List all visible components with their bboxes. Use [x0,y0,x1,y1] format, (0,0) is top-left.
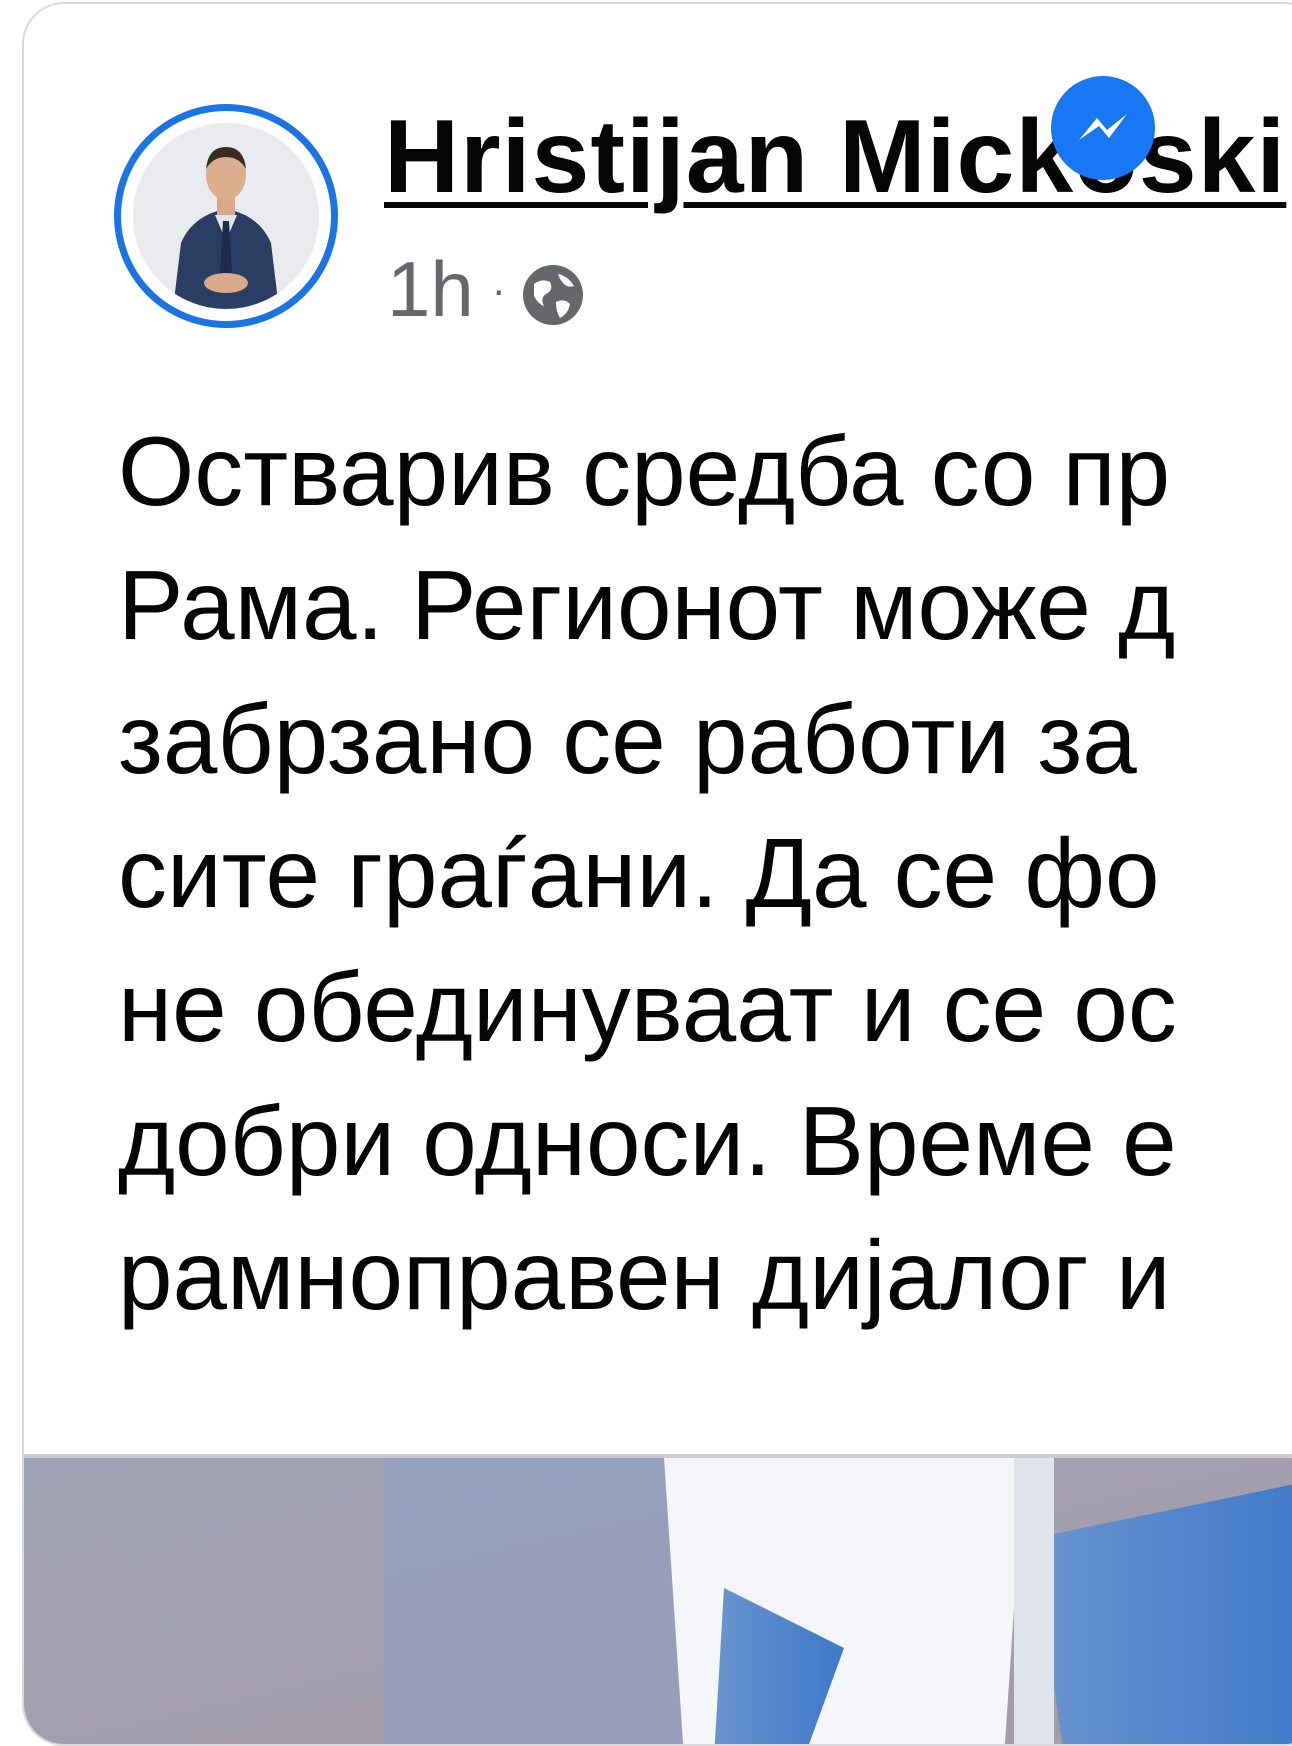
profile-photo [133,123,319,309]
globe-icon[interactable] [520,262,586,328]
post-line: сите граѓани. Да се фо [118,818,1160,928]
post-card: Hristijan Mickoski 1h · Остварив средба … [22,2,1292,1746]
post-line: Рама. Регионот може д [118,550,1176,660]
post-line: добри односи. Време е [118,1086,1177,1196]
post-line: не обединуваат и се ос [118,952,1177,1062]
post-line: рамноправен дијалог и [118,1220,1171,1330]
post-line: забрзано се работи за [118,684,1137,794]
messenger-icon[interactable] [1049,74,1157,182]
meta-separator: · [491,265,506,313]
post-line: Остварив средба со пр [118,416,1171,526]
post-timestamp[interactable]: 1h [387,244,474,335]
post-body: Остварив средба со пр Рама. Регионот мож… [118,404,1292,1342]
post-header: Hristijan Mickoski 1h · [114,76,1292,344]
post-photo[interactable] [24,1454,1292,1744]
post-meta: 1h · [387,244,586,335]
avatar[interactable] [114,104,338,328]
